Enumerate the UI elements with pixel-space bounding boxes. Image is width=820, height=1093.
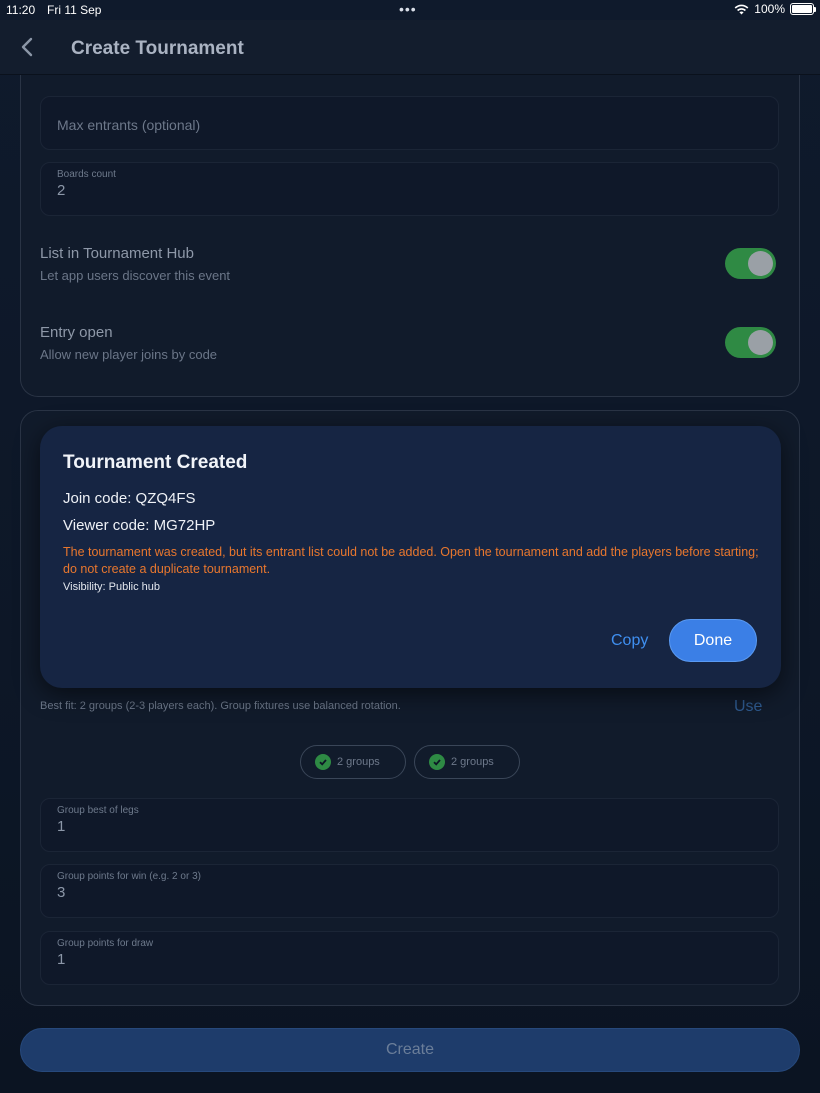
- best-of-legs-value: 1: [57, 818, 66, 835]
- points-draw-field[interactable]: Group points for draw 1: [40, 931, 779, 985]
- max-entrants-placeholder: Max entrants (optional): [57, 117, 201, 133]
- best-of-legs-label: Group best of legs: [57, 805, 139, 816]
- battery-icon: [790, 3, 816, 15]
- dialog-title: Tournament Created: [63, 452, 248, 473]
- toggle-knob: [748, 330, 773, 355]
- checkmark-icon: [315, 754, 331, 770]
- tournament-created-dialog: Tournament Created Join code: QZQ4FS Vie…: [40, 426, 781, 688]
- viewer-code: Viewer code: MG72HP: [63, 517, 216, 534]
- hub-toggle-subtitle: Let app users discover this event: [40, 268, 231, 283]
- chevron-left-icon[interactable]: [16, 34, 38, 60]
- best-of-legs-field[interactable]: Group best of legs 1: [40, 798, 779, 852]
- battery-percent: 100%: [754, 2, 785, 16]
- page: 11:20 Fri 11 Sep ••• 100% Max entrants (…: [0, 0, 820, 1093]
- entry-toggle-title: Entry open: [40, 324, 113, 341]
- status-date: Fri 11 Sep: [47, 3, 102, 17]
- hub-toggle[interactable]: [725, 248, 776, 279]
- create-button[interactable]: Create: [20, 1028, 800, 1072]
- points-draw-label: Group points for draw: [57, 938, 154, 949]
- boards-count-value: 2: [57, 182, 66, 199]
- warning-message: The tournament was created, but its entr…: [63, 545, 759, 576]
- join-code: Join code: QZQ4FS: [63, 490, 196, 507]
- group-chip[interactable]: 2 groups: [300, 745, 406, 779]
- group-chip-label: 2 groups: [451, 756, 494, 768]
- hub-toggle-title: List in Tournament Hub: [40, 245, 194, 262]
- checkmark-icon: [429, 754, 445, 770]
- points-win-value: 3: [57, 884, 66, 901]
- multitasking-dots-icon[interactable]: •••: [399, 1, 417, 17]
- done-button[interactable]: Done: [669, 619, 757, 662]
- nav-bar: Create Tournament: [0, 20, 820, 75]
- group-chip[interactable]: 2 groups: [414, 745, 520, 779]
- best-fit-text: Best fit: 2 groups (2-3 players each). G…: [40, 700, 401, 712]
- page-title: Create Tournament: [71, 38, 244, 59]
- status-bar: 11:20 Fri 11 Sep ••• 100%: [0, 0, 820, 20]
- max-entrants-field[interactable]: Max entrants (optional): [40, 96, 779, 150]
- boards-count-field[interactable]: Boards count 2: [40, 162, 779, 216]
- use-button[interactable]: Use: [734, 698, 762, 716]
- toggle-knob: [748, 251, 773, 276]
- entry-toggle[interactable]: [725, 327, 776, 358]
- points-draw-value: 1: [57, 951, 66, 968]
- boards-count-label: Boards count: [57, 169, 116, 180]
- points-win-label: Group points for win (e.g. 2 or 3): [57, 871, 201, 882]
- visibility-text: Visibility: Public hub: [63, 581, 161, 593]
- entry-toggle-subtitle: Allow new player joins by code: [40, 347, 218, 362]
- status-time: 11:20: [6, 3, 36, 17]
- status-right: 100%: [734, 2, 816, 16]
- points-win-field[interactable]: Group points for win (e.g. 2 or 3) 3: [40, 864, 779, 918]
- copy-button[interactable]: Copy: [611, 632, 648, 650]
- wifi-icon: [734, 4, 749, 14]
- group-chip-label: 2 groups: [337, 756, 380, 768]
